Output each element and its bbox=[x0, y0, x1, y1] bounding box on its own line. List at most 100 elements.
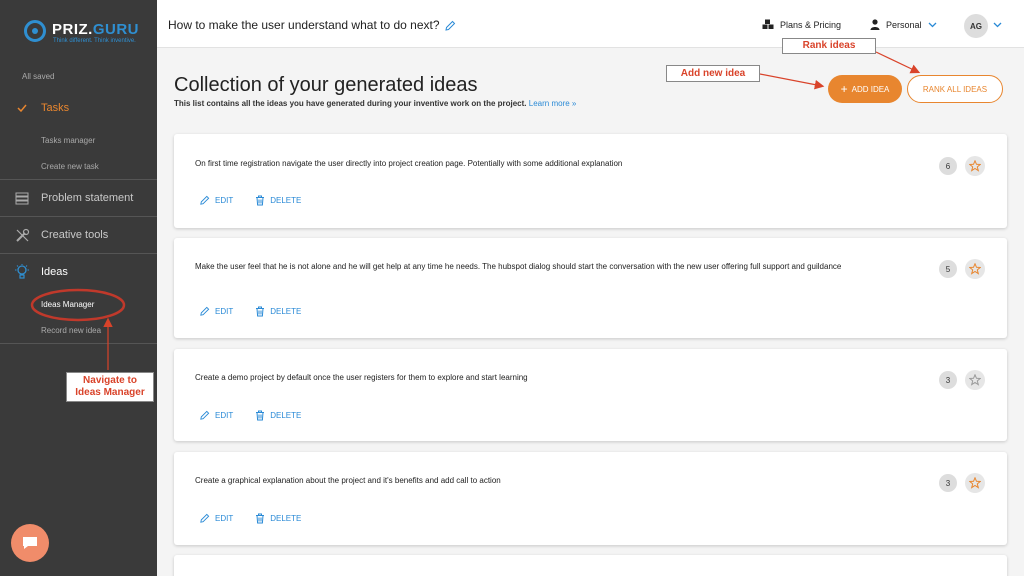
sidebar: PRIZ.GURU Think different. Think inventi… bbox=[0, 0, 157, 576]
trash-icon bbox=[256, 195, 265, 206]
logo-tagline: Think different. Think inventive. bbox=[53, 38, 136, 44]
chat-launcher-button[interactable] bbox=[11, 524, 49, 562]
annotation-rank-ideas: Rank ideas bbox=[782, 38, 876, 54]
subtitle-text: This list contains all the ideas you hav… bbox=[174, 99, 527, 108]
sidebar-subitem-ideas-manager[interactable]: Ideas Manager bbox=[41, 300, 94, 309]
sidebar-section-ideas: Ideas Ideas Manager Record new idea bbox=[0, 264, 157, 344]
delete-label: DELETE bbox=[270, 307, 302, 316]
star-icon bbox=[969, 160, 981, 172]
star-button[interactable] bbox=[965, 259, 985, 279]
avatar[interactable]: AG bbox=[964, 14, 988, 38]
top-bar: How to make the user understand what to … bbox=[157, 0, 1024, 48]
learn-more-link[interactable]: Learn more » bbox=[529, 99, 577, 108]
sidebar-item-creative-tools[interactable]: Creative tools bbox=[14, 227, 108, 243]
annotation-line: Navigate to bbox=[83, 375, 137, 386]
sidebar-divider bbox=[0, 179, 157, 180]
delete-label: DELETE bbox=[270, 411, 302, 420]
sidebar-item-tasks[interactable]: Tasks bbox=[14, 100, 69, 116]
sidebar-section-problem: Problem statement bbox=[0, 190, 157, 210]
rank-badge: 5 bbox=[939, 260, 957, 278]
chevron-down-icon[interactable] bbox=[993, 22, 1002, 28]
edit-label: EDIT bbox=[215, 411, 234, 420]
plans-pricing-link[interactable]: Plans & Pricing bbox=[762, 19, 841, 30]
logo[interactable]: PRIZ.GURU Think different. Think inventi… bbox=[24, 18, 139, 48]
sidebar-subitem-create-new-task[interactable]: Create new task bbox=[41, 162, 99, 171]
page-subtitle: This list contains all the ideas you hav… bbox=[174, 99, 576, 108]
rank-badge: 3 bbox=[939, 371, 957, 389]
user-icon bbox=[870, 19, 880, 30]
delete-idea-button[interactable]: DELETE bbox=[255, 306, 301, 317]
account-switcher[interactable]: Personal bbox=[870, 19, 937, 30]
edit-label: EDIT bbox=[215, 307, 234, 316]
sidebar-item-problem-statement[interactable]: Problem statement bbox=[14, 190, 133, 206]
sidebar-subitem-tasks-manager[interactable]: Tasks manager bbox=[41, 136, 95, 145]
rank-badge: 6 bbox=[939, 157, 957, 175]
chevron-down-icon bbox=[928, 22, 936, 27]
star-button[interactable] bbox=[965, 370, 985, 390]
logo-brand: PRIZ.GURU bbox=[52, 21, 140, 38]
sidebar-divider bbox=[0, 253, 157, 254]
sidebar-section-creative: Creative tools bbox=[0, 227, 157, 247]
cubes-icon bbox=[762, 19, 774, 29]
star-button[interactable] bbox=[965, 473, 985, 493]
sidebar-subitem-record-new-idea[interactable]: Record new idea bbox=[41, 326, 101, 335]
delete-idea-button[interactable]: DELETE bbox=[255, 513, 301, 524]
trash-icon bbox=[256, 410, 265, 421]
edit-label: EDIT bbox=[215, 514, 234, 523]
plans-pricing-label: Plans & Pricing bbox=[780, 19, 842, 30]
idea-card: Create a graphical explanation about the… bbox=[174, 452, 1007, 545]
rank-badge: 3 bbox=[939, 474, 957, 492]
check-icon bbox=[14, 100, 30, 116]
delete-label: DELETE bbox=[270, 196, 302, 205]
idea-actions: EDIT DELETE bbox=[199, 513, 323, 524]
sidebar-divider bbox=[0, 343, 157, 344]
star-button[interactable] bbox=[965, 156, 985, 176]
annotation-add-new-idea: Add new idea bbox=[666, 65, 760, 82]
idea-text: Create a demo project by default once th… bbox=[195, 373, 528, 382]
chat-bubble-icon bbox=[23, 537, 37, 549]
pencil-icon bbox=[200, 513, 210, 523]
idea-card: Make the user feel that he is not alone … bbox=[174, 238, 1007, 338]
star-icon bbox=[969, 477, 981, 489]
edit-title-icon[interactable] bbox=[444, 19, 456, 31]
idea-card bbox=[174, 555, 1007, 576]
trash-icon bbox=[256, 306, 265, 317]
tools-icon bbox=[14, 227, 30, 243]
sidebar-divider bbox=[0, 216, 157, 217]
sidebar-section-tasks: Tasks Tasks manager Create new task bbox=[0, 100, 157, 180]
annotation-line: Ideas Manager bbox=[75, 387, 145, 398]
sidebar-item-label: Ideas bbox=[41, 266, 68, 278]
edit-idea-button[interactable]: EDIT bbox=[199, 306, 233, 317]
delete-idea-button[interactable]: DELETE bbox=[255, 195, 301, 206]
account-label: Personal bbox=[886, 19, 922, 30]
idea-actions: EDIT DELETE bbox=[199, 410, 323, 421]
sidebar-item-label: Tasks bbox=[41, 102, 70, 114]
plus-icon: + bbox=[840, 82, 848, 96]
annotation-navigate-ideas-manager: Navigate to Ideas Manager bbox=[66, 372, 154, 402]
star-icon bbox=[969, 263, 981, 275]
add-idea-button[interactable]: + ADD IDEA bbox=[828, 75, 902, 103]
pencil-icon bbox=[200, 195, 210, 205]
edit-label: EDIT bbox=[215, 196, 234, 205]
delete-label: DELETE bbox=[270, 514, 302, 523]
add-idea-label: ADD IDEA bbox=[851, 84, 890, 94]
page-title: Collection of your generated ideas bbox=[174, 74, 478, 96]
sidebar-item-label: Creative tools bbox=[41, 229, 109, 241]
save-status: All saved bbox=[22, 72, 55, 81]
idea-text: Create a graphical explanation about the… bbox=[195, 476, 501, 485]
sidebar-item-label: Problem statement bbox=[41, 192, 134, 204]
rank-all-ideas-button[interactable]: RANK ALL IDEAS bbox=[907, 75, 1003, 103]
edit-idea-button[interactable]: EDIT bbox=[199, 195, 233, 206]
pencil-icon bbox=[200, 410, 210, 420]
idea-actions: EDIT DELETE bbox=[199, 195, 323, 206]
logo-mark-icon bbox=[24, 20, 46, 42]
edit-idea-button[interactable]: EDIT bbox=[199, 513, 233, 524]
trash-icon bbox=[256, 513, 265, 524]
edit-idea-button[interactable]: EDIT bbox=[199, 410, 233, 421]
sidebar-item-ideas[interactable]: Ideas bbox=[14, 264, 68, 280]
delete-idea-button[interactable]: DELETE bbox=[255, 410, 301, 421]
idea-text: Make the user feel that he is not alone … bbox=[195, 262, 842, 271]
idea-text: On first time registration navigate the … bbox=[195, 159, 623, 168]
project-title: How to make the user understand what to … bbox=[168, 18, 440, 32]
lightbulb-icon bbox=[14, 264, 30, 280]
